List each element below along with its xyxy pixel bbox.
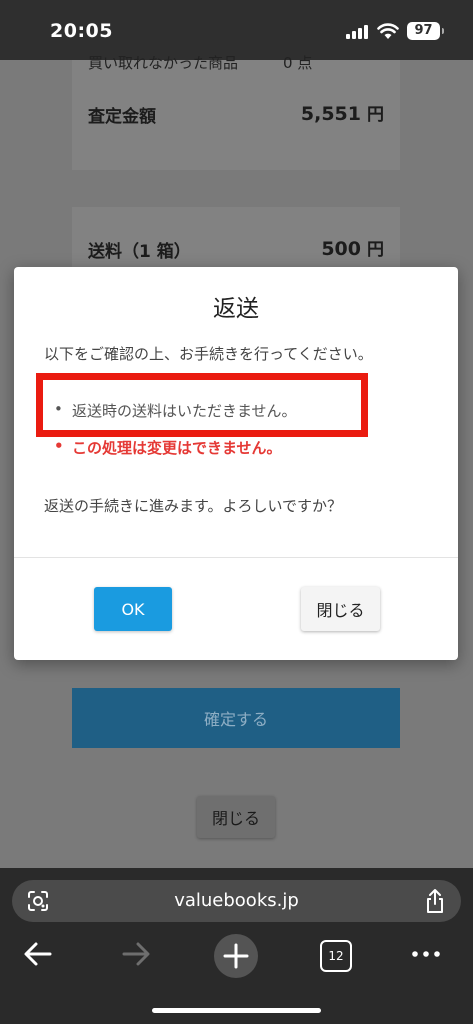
dialog-title: 返送 bbox=[213, 296, 259, 322]
appraisal-unit: 円 bbox=[367, 105, 384, 125]
return-dialog: 返送 以下をご確認の上、お手続きを行ってください。 返送時の送料はいただきません… bbox=[14, 267, 458, 660]
bullet-irreversible-warning: この処理は変更はできません。 bbox=[54, 437, 282, 458]
status-bar: 20:05 97 bbox=[0, 0, 473, 60]
status-time: 20:05 bbox=[50, 20, 113, 42]
shipping-value: 500 円 bbox=[321, 235, 384, 260]
shipping-amount: 500 bbox=[321, 238, 361, 260]
shipping-card: 送料（1 箱） 500 円 bbox=[72, 207, 400, 267]
appraisal-amount: 5,551 bbox=[300, 103, 361, 125]
summary-card: 買い取れなかった商品 0 点 査定金額 5,551 円 bbox=[72, 54, 400, 170]
forward-arrow-icon[interactable] bbox=[120, 938, 152, 970]
cellular-signal-icon bbox=[346, 25, 370, 39]
browser-toolbar: valuebooks.jp 12 bbox=[0, 868, 473, 1024]
ok-button[interactable]: OK bbox=[94, 587, 172, 631]
new-tab-plus-icon[interactable] bbox=[214, 934, 258, 978]
bullet-free-shipping: 返送時の送料はいただきません。 bbox=[54, 400, 297, 421]
back-arrow-icon[interactable] bbox=[22, 938, 54, 970]
dialog-divider bbox=[14, 557, 458, 558]
dialog-question: 返送の手続きに進みます。よろしいですか？ bbox=[44, 497, 343, 515]
more-menu-icon[interactable] bbox=[410, 938, 442, 970]
shipping-label: 送料（1 箱） bbox=[88, 242, 191, 262]
appraisal-label: 査定金額 bbox=[88, 107, 156, 127]
address-bar[interactable]: valuebooks.jp bbox=[12, 880, 461, 922]
battery-indicator: 97 bbox=[407, 22, 444, 40]
shipping-unit: 円 bbox=[367, 240, 384, 260]
confirm-button[interactable]: 確定する bbox=[72, 688, 400, 748]
rejected-items-row: 買い取れなかった商品 0 点 bbox=[88, 54, 313, 72]
appraisal-value: 5,551 円 bbox=[301, 100, 384, 125]
tab-switcher-icon[interactable]: 12 bbox=[320, 940, 352, 972]
url-text: valuebooks.jp bbox=[174, 890, 299, 911]
page-close-button[interactable]: 閉じる bbox=[197, 796, 275, 838]
share-icon[interactable] bbox=[423, 888, 447, 914]
dialog-intro: 以下をご確認の上、お手続きを行ってください。 bbox=[44, 345, 373, 363]
wifi-icon bbox=[377, 23, 399, 39]
dialog-close-button[interactable]: 閉じる bbox=[301, 587, 380, 631]
home-indicator bbox=[152, 1008, 321, 1013]
